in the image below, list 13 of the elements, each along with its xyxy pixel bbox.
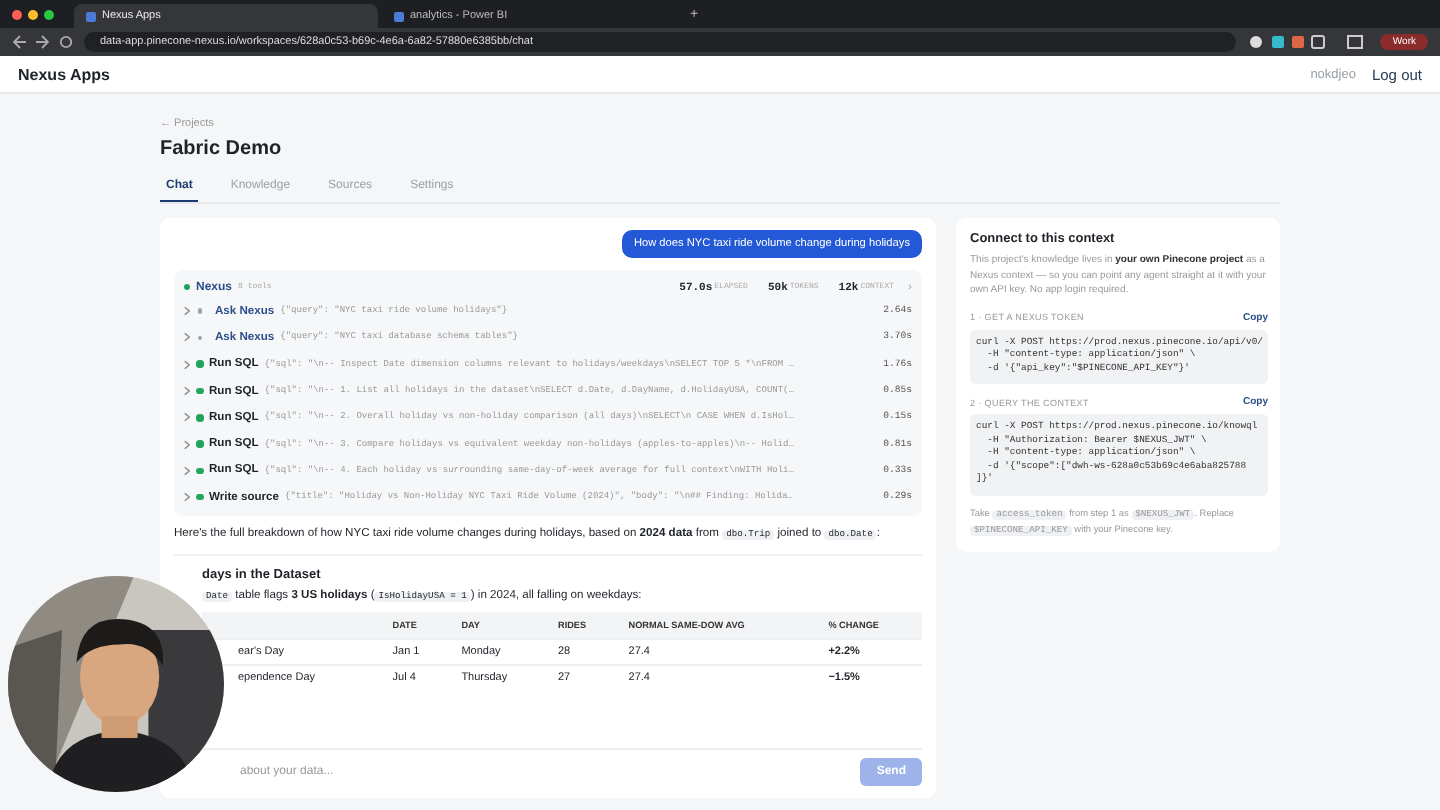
caret-icon [184,412,190,423]
app-title: Nexus Apps [18,65,112,83]
caret-icon [184,386,190,397]
caret-icon [184,332,190,343]
extensions-icon[interactable] [1248,34,1369,50]
caret-icon [184,306,190,317]
caret-icon [184,359,190,370]
page-title: Fabric Demo [160,138,284,160]
caret-icon [184,439,190,450]
window-controls-icon[interactable] [12,9,54,19]
navigation-icon[interactable] [12,34,72,50]
caret-icon [184,465,190,476]
caret-icon [184,492,190,503]
